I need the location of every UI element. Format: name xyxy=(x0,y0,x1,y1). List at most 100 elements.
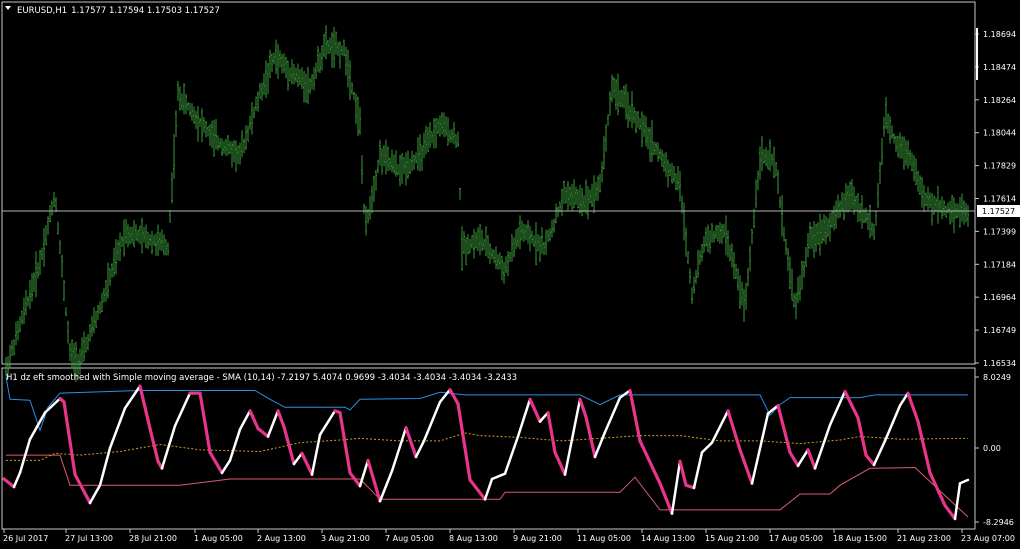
price-bar xyxy=(567,181,569,212)
price-bar xyxy=(377,159,379,174)
price-bar xyxy=(271,53,273,72)
price-bar xyxy=(555,203,557,224)
oscillator-falling-segment xyxy=(404,426,418,459)
price-bar xyxy=(627,91,629,128)
price-bar xyxy=(423,132,425,159)
price-bar xyxy=(23,297,25,325)
price-bar xyxy=(167,242,169,256)
price-bar xyxy=(537,234,539,252)
oscillator-falling-segment xyxy=(916,419,932,475)
price-bar xyxy=(381,148,383,175)
trading-chart[interactable]: EURUSD,H1 1.17577 1.17594 1.17503 1.17527… xyxy=(0,0,1020,549)
price-bar xyxy=(817,222,819,245)
price-bar xyxy=(39,250,41,276)
price-bar xyxy=(155,233,157,256)
price-bar xyxy=(961,193,963,222)
price-bar xyxy=(431,131,433,144)
price-bar xyxy=(411,150,413,172)
price-bar xyxy=(475,231,477,249)
price-bar xyxy=(679,171,681,202)
price-bar xyxy=(775,162,777,177)
price-bar xyxy=(829,212,831,242)
price-bar xyxy=(905,140,907,166)
oscillator-falling-segment xyxy=(366,458,382,503)
price-bar xyxy=(81,337,83,365)
price-bar xyxy=(543,241,545,256)
price-bar xyxy=(173,133,175,179)
price-bar xyxy=(675,173,677,191)
price-bar xyxy=(605,124,607,152)
price-bar xyxy=(305,73,307,103)
oscillator-rising-segment xyxy=(266,409,280,438)
oscillator-falling-segment xyxy=(73,472,92,505)
price-bar xyxy=(917,170,919,192)
price-bar xyxy=(263,73,265,95)
price-bar xyxy=(919,175,921,196)
price-bar xyxy=(371,185,373,214)
price-bar xyxy=(465,237,467,266)
price-bar xyxy=(573,179,575,209)
price-bar xyxy=(819,213,821,256)
price-bar xyxy=(327,39,329,55)
oscillator-rising-segment xyxy=(490,472,507,481)
price-bar xyxy=(63,279,65,301)
price-bar xyxy=(435,118,437,148)
price-bar xyxy=(111,263,113,278)
price-bar xyxy=(697,249,699,278)
price-bar xyxy=(131,226,133,244)
price-bar xyxy=(439,115,441,137)
price-bar xyxy=(421,144,423,171)
price-bar xyxy=(259,82,261,99)
oscillator-falling-segment xyxy=(638,439,662,485)
time-axis-label: 26 Jul 2017 xyxy=(3,534,48,543)
price-bar xyxy=(965,202,967,223)
oscillator-falling-segment xyxy=(684,483,696,490)
price-bar xyxy=(655,142,657,155)
price-bar xyxy=(243,138,245,154)
price-bar xyxy=(419,134,421,172)
oscillator-rising-segment xyxy=(483,477,494,501)
price-bar xyxy=(255,96,257,111)
indicator-header: H1 dz eft smoothed with Simple moving av… xyxy=(6,373,517,383)
price-bar xyxy=(95,310,97,328)
price-bar xyxy=(391,149,393,173)
price-bar xyxy=(97,305,99,320)
price-bar xyxy=(847,185,849,213)
oscillator-rising-segment xyxy=(422,400,442,443)
price-bar xyxy=(529,225,531,252)
price-bar xyxy=(693,276,695,294)
price-bar xyxy=(117,240,119,261)
price-bar xyxy=(267,63,269,94)
price-bar xyxy=(661,149,663,167)
price-bar xyxy=(179,86,181,111)
price-bar xyxy=(429,121,431,148)
upper-band-line xyxy=(5,377,968,432)
oscillator-rising-segment xyxy=(88,483,102,505)
oscillator-rising-segment xyxy=(438,388,452,404)
price-bar xyxy=(645,116,647,147)
price-bar xyxy=(209,123,211,146)
price-bar xyxy=(911,152,913,172)
price-bar xyxy=(161,229,163,252)
price-bar xyxy=(373,175,375,203)
price-bar xyxy=(485,226,487,256)
price-bar xyxy=(583,195,585,212)
price-bar xyxy=(851,179,853,210)
price-bar xyxy=(843,193,845,221)
price-bar xyxy=(331,32,333,68)
price-bar xyxy=(457,131,459,147)
price-bar xyxy=(735,264,737,279)
oscillator-rising-segment xyxy=(414,439,426,459)
price-bar xyxy=(319,52,321,73)
price-bar xyxy=(341,45,343,56)
oscillator-rising-segment xyxy=(593,430,607,459)
price-bar xyxy=(569,186,571,206)
price-bar xyxy=(635,110,637,134)
price-bar xyxy=(491,248,493,260)
price-bar xyxy=(545,229,547,255)
price-scale-scroll-marker[interactable] xyxy=(976,28,978,80)
price-bar xyxy=(825,216,827,245)
price-bar xyxy=(889,116,891,144)
price-bar xyxy=(653,141,655,155)
chart-menu-triangle-icon[interactable] xyxy=(5,6,11,10)
